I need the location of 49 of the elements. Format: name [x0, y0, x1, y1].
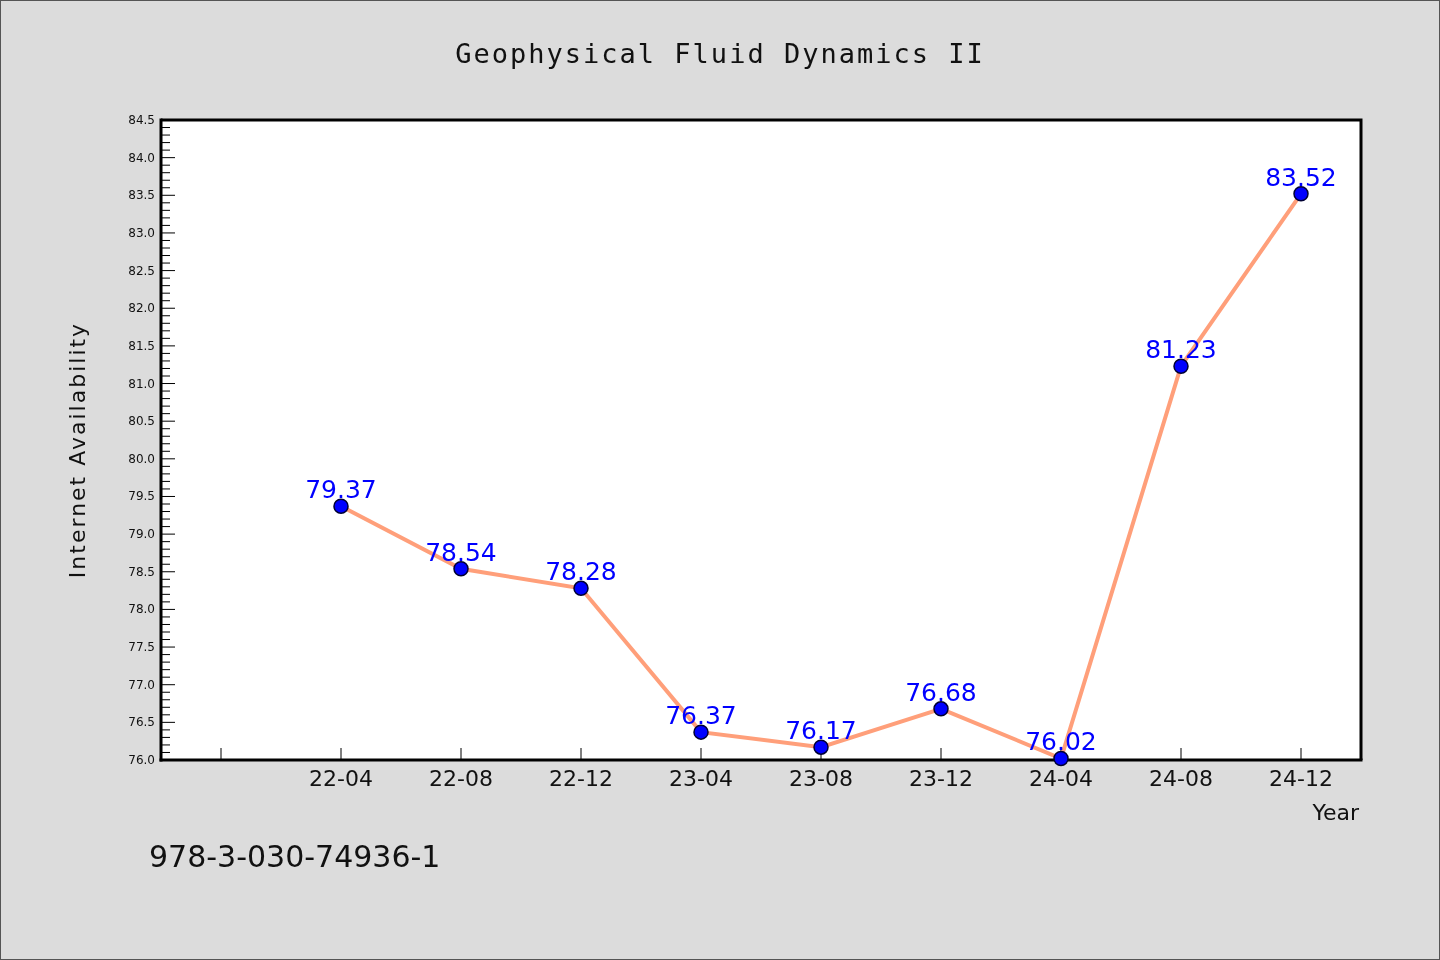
data-point: [453, 561, 469, 577]
data-label: 78.54: [425, 537, 497, 567]
y-tick-label: 80.0: [128, 451, 155, 466]
x-tick-label: 22-08: [429, 766, 493, 791]
data-point: [813, 739, 829, 755]
y-tick-label: 80.5: [128, 414, 155, 429]
x-tick-label: 23-12: [909, 766, 973, 791]
footer-text: 978-3-030-74936-1: [149, 839, 441, 874]
y-tick-label: 84.5: [128, 113, 155, 127]
data-label: 79.37: [305, 475, 377, 505]
y-tick-label: 77.5: [128, 640, 155, 655]
data-label: 76.37: [665, 701, 737, 731]
x-tick-label: 24-12: [1269, 766, 1333, 791]
data-label: 76.68: [905, 677, 977, 707]
y-tick-label: 78.0: [128, 602, 155, 617]
x-tick-label: 23-04: [669, 766, 733, 791]
y-axis-title: Internet Availability: [65, 321, 90, 579]
y-tick-label: 76.0: [128, 753, 155, 767]
y-tick-label: 83.5: [128, 188, 155, 203]
data-label: 83.52: [1265, 162, 1337, 192]
x-axis-title: Year: [1312, 800, 1359, 825]
x-tick-label: 22-12: [549, 766, 613, 791]
data-point: [693, 724, 709, 740]
y-tick-label: 82.5: [128, 263, 155, 278]
y-tick-label: 78.5: [128, 564, 155, 579]
x-tick-label: 24-04: [1029, 766, 1093, 791]
y-tick-label: 81.5: [128, 338, 155, 353]
data-point: [1293, 186, 1309, 202]
data-label: 76.17: [785, 716, 857, 746]
y-tick-label: 82.0: [128, 301, 155, 316]
y-tick-label: 76.5: [128, 715, 155, 730]
chart-title: Geophysical Fluid Dynamics II: [455, 37, 985, 72]
y-tick-label: 83.0: [128, 225, 155, 240]
y-tick-label: 79.0: [128, 527, 155, 542]
y-tick-label: 77.0: [128, 677, 155, 692]
data-point: [933, 701, 949, 717]
data-point: [1173, 358, 1189, 374]
y-tick-label: 79.5: [128, 489, 155, 504]
data-point: [1053, 750, 1069, 767]
y-tick-label: 84.0: [128, 150, 155, 165]
data-label: 78.28: [545, 557, 617, 587]
data-label: 76.02: [1025, 727, 1097, 757]
data-point: [333, 498, 349, 514]
data-point: [573, 580, 589, 597]
x-tick-label: 23-08: [789, 766, 853, 791]
data-label: 81.23: [1145, 335, 1217, 365]
x-tick-label: 24-08: [1149, 766, 1213, 791]
y-tick-label: 81.0: [128, 376, 155, 391]
x-tick-label: 22-04: [309, 766, 373, 791]
